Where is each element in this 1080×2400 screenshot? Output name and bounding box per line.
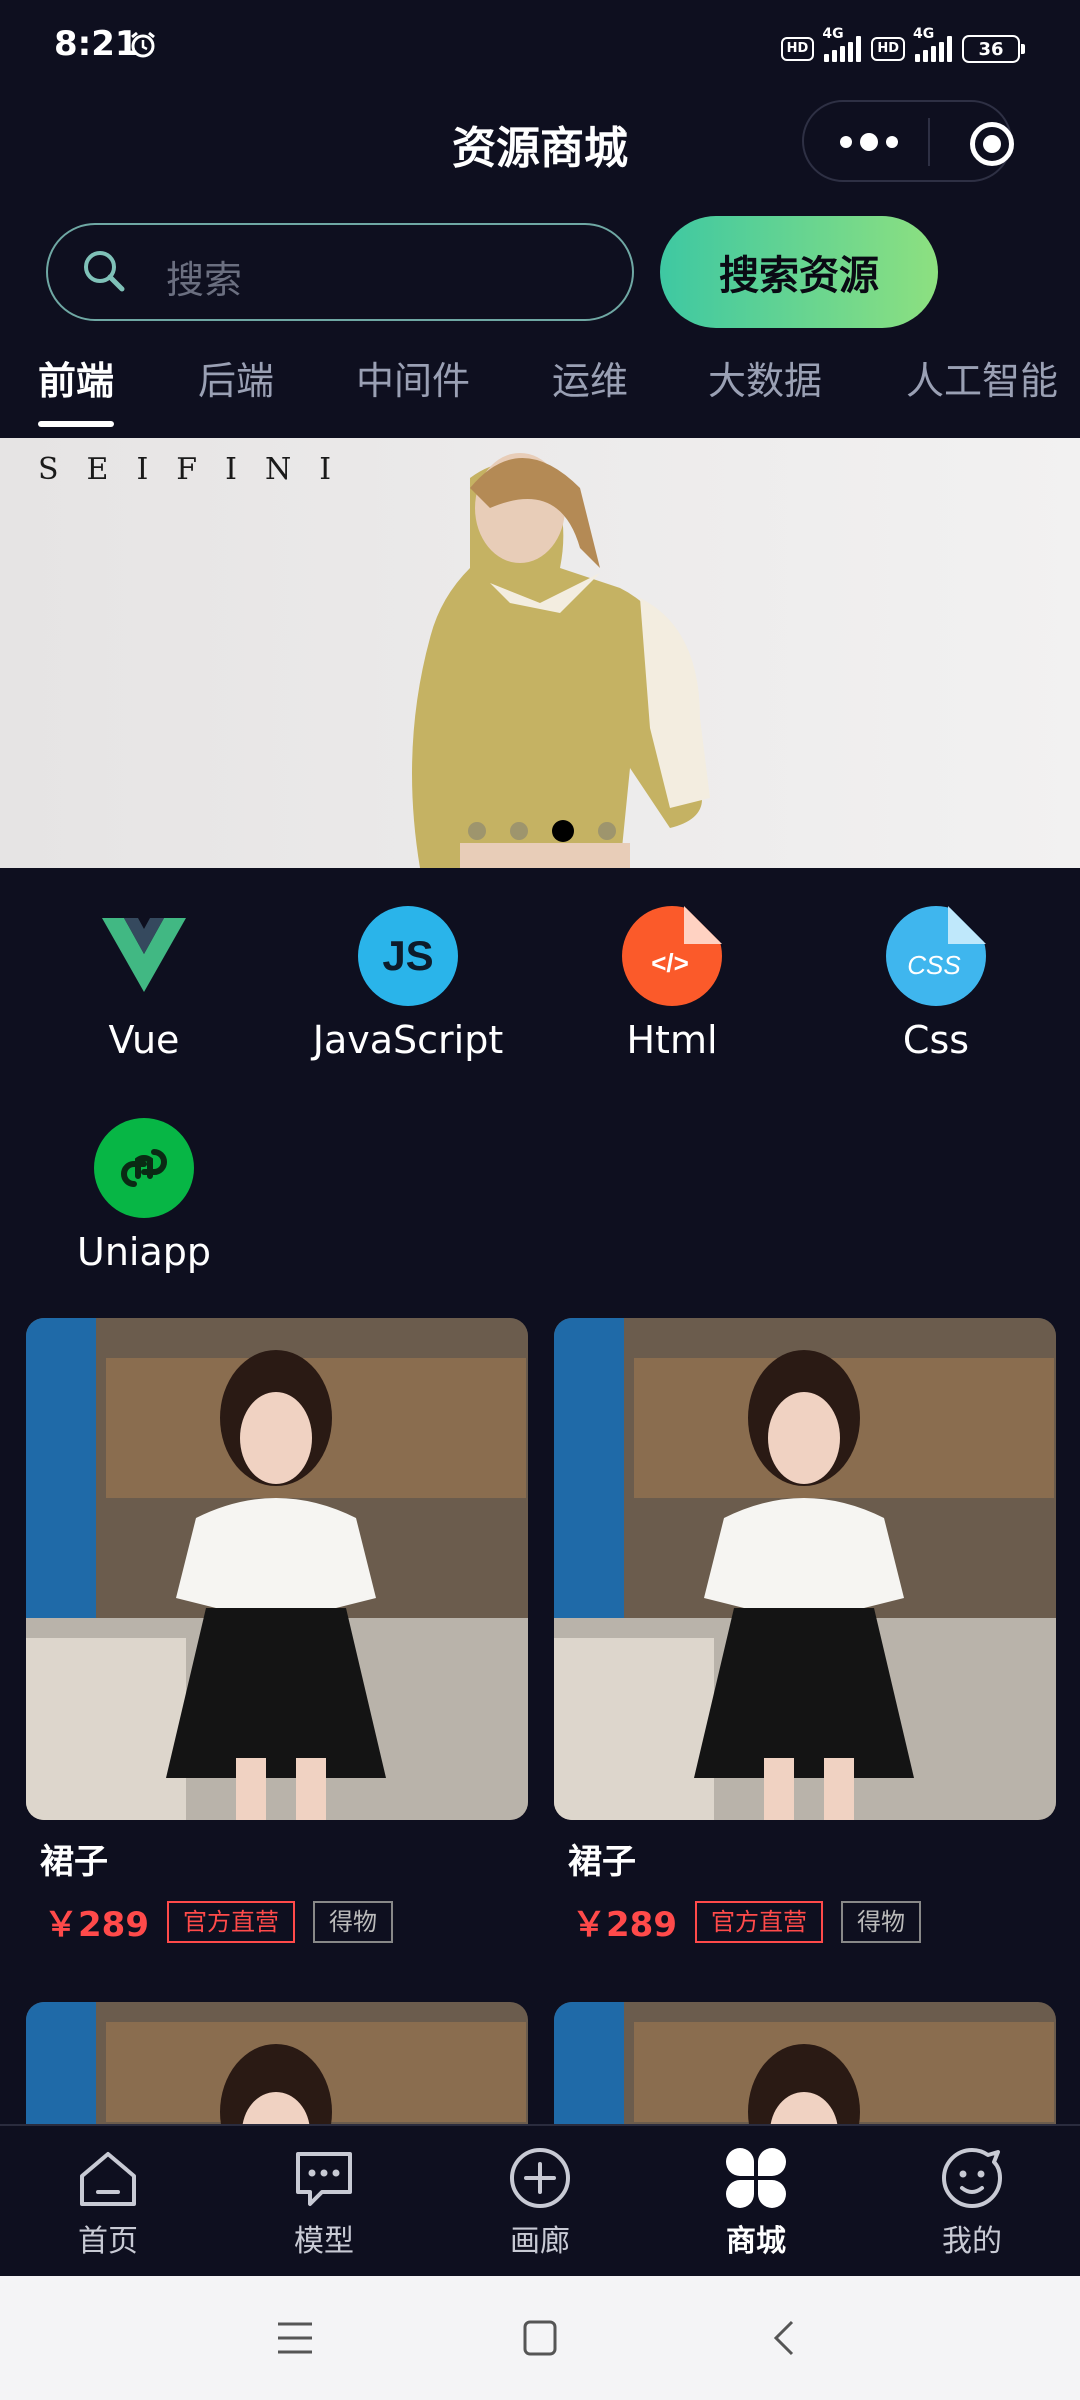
battery-icon: 36 [962, 35, 1025, 63]
product-meta: ￥289 官方直营 得物 [44, 1897, 528, 1946]
category-css[interactable]: CSS Css [816, 906, 1056, 1062]
product-card-partial[interactable] [554, 2002, 1056, 2142]
alarm-clock-icon [131, 31, 155, 58]
category-label: Html [626, 1018, 718, 1062]
hd-badge-2: HD [871, 37, 905, 61]
close-target-icon[interactable] [970, 122, 1014, 166]
tab-middleware[interactable]: 中间件 [356, 350, 470, 405]
product-price: ￥289 [44, 1905, 149, 1945]
nav-model[interactable]: 模型 [254, 2146, 394, 2260]
tab-backend[interactable]: 后端 [198, 350, 274, 405]
home-icon [80, 2152, 136, 2206]
category-label: Css [902, 1018, 970, 1062]
product-image [554, 1318, 1056, 1820]
search-icon [84, 251, 125, 292]
bottom-nav: 首页 模型 画廊 商城 我的 [0, 2124, 1080, 2278]
tab-frontend[interactable]: 前端 [38, 350, 115, 427]
status-time: 8:21 [54, 24, 139, 64]
category-label: Vue [108, 1018, 180, 1062]
product-name: 裙子 [568, 1842, 636, 1882]
product-name: 裙子 [40, 1842, 108, 1882]
home-square-icon[interactable] [522, 2318, 558, 2358]
product-card-partial[interactable] [26, 2002, 528, 2142]
tab-ai[interactable]: 人工智能 [906, 350, 1058, 405]
product-card[interactable]: 裙子 ￥289 官方直营 得物 [554, 1318, 1056, 1946]
search-input[interactable]: 搜索 [46, 223, 634, 321]
nav-mine[interactable]: 我的 [902, 2146, 1042, 2260]
banner-brand: SEIFINI [38, 452, 360, 487]
banner-model-image [412, 453, 710, 868]
html-icon-text: </> [651, 948, 689, 978]
category-vue[interactable]: Vue [24, 906, 264, 1062]
search-resources-button[interactable]: 搜索资源 [660, 216, 938, 328]
nav-label: 商城 [726, 2224, 786, 2259]
menu-icon[interactable] [276, 2320, 314, 2356]
nav-label: 我的 [942, 2224, 1002, 2259]
capsule-divider [928, 118, 930, 166]
back-icon[interactable] [770, 2318, 796, 2358]
category-html[interactable]: </> Html [552, 906, 792, 1062]
category-tabs: 前端 后端 中间件 运维 大数据 人工智能 [0, 350, 1080, 427]
search-placeholder: 搜索 [166, 258, 243, 302]
source-badge: 得物 [312, 1900, 393, 1943]
category-javascript[interactable]: JS JavaScript [288, 906, 528, 1062]
css-icon-text: CSS [907, 950, 961, 980]
banner-carousel[interactable]: SEIFINI [0, 438, 1080, 868]
banner-indicator [468, 820, 616, 842]
official-badge: 官方直营 [694, 1900, 823, 1943]
plus-circle-icon [510, 2148, 570, 2208]
system-nav-bar [0, 2276, 1080, 2400]
status-bar: 8:21 HD 4G HD 4G 36 [0, 0, 1080, 96]
nav-home[interactable]: 首页 [38, 2146, 178, 2260]
official-badge: 官方直营 [166, 1900, 295, 1943]
js-icon-text: JS [382, 932, 433, 979]
nav-label: 首页 [78, 2224, 138, 2259]
grid-clover-icon [726, 2148, 786, 2208]
tab-ops[interactable]: 运维 [552, 350, 628, 405]
nav-mall[interactable]: 商城 [686, 2146, 826, 2260]
nav-label: 画廊 [510, 2224, 570, 2259]
css-file-icon: CSS [886, 906, 986, 1006]
smiley-icon [942, 2147, 1002, 2208]
source-badge: 得物 [840, 1900, 921, 1943]
hd-badge: HD [780, 37, 815, 61]
nav-label: 模型 [294, 2224, 354, 2259]
nav-gallery[interactable]: 画廊 [470, 2146, 610, 2260]
miniprogram-capsule [802, 100, 1014, 182]
product-price: ￥289 [572, 1905, 677, 1945]
product-meta: ￥289 官方直营 得物 [572, 1897, 1056, 1946]
signal-icon-2: 4G [913, 26, 952, 62]
html-file-icon: </> [622, 906, 722, 1006]
chat-bubble-icon [296, 2152, 352, 2206]
vue-logo-icon [102, 918, 186, 992]
product-image [26, 1318, 528, 1820]
category-uniapp[interactable]: Uniapp [24, 1118, 264, 1274]
signal-icon: 4G [822, 26, 862, 62]
more-icon[interactable] [840, 132, 902, 152]
javascript-logo-icon: JS [358, 906, 458, 1006]
category-label: JavaScript [312, 1018, 504, 1062]
uniapp-logo-icon [94, 1118, 194, 1218]
status-icons: HD 4G HD 4G 36 [780, 26, 1025, 64]
category-label: Uniapp [77, 1230, 211, 1274]
product-card[interactable]: 裙子 ￥289 官方直营 得物 [26, 1318, 528, 1946]
tab-bigdata[interactable]: 大数据 [708, 350, 822, 405]
